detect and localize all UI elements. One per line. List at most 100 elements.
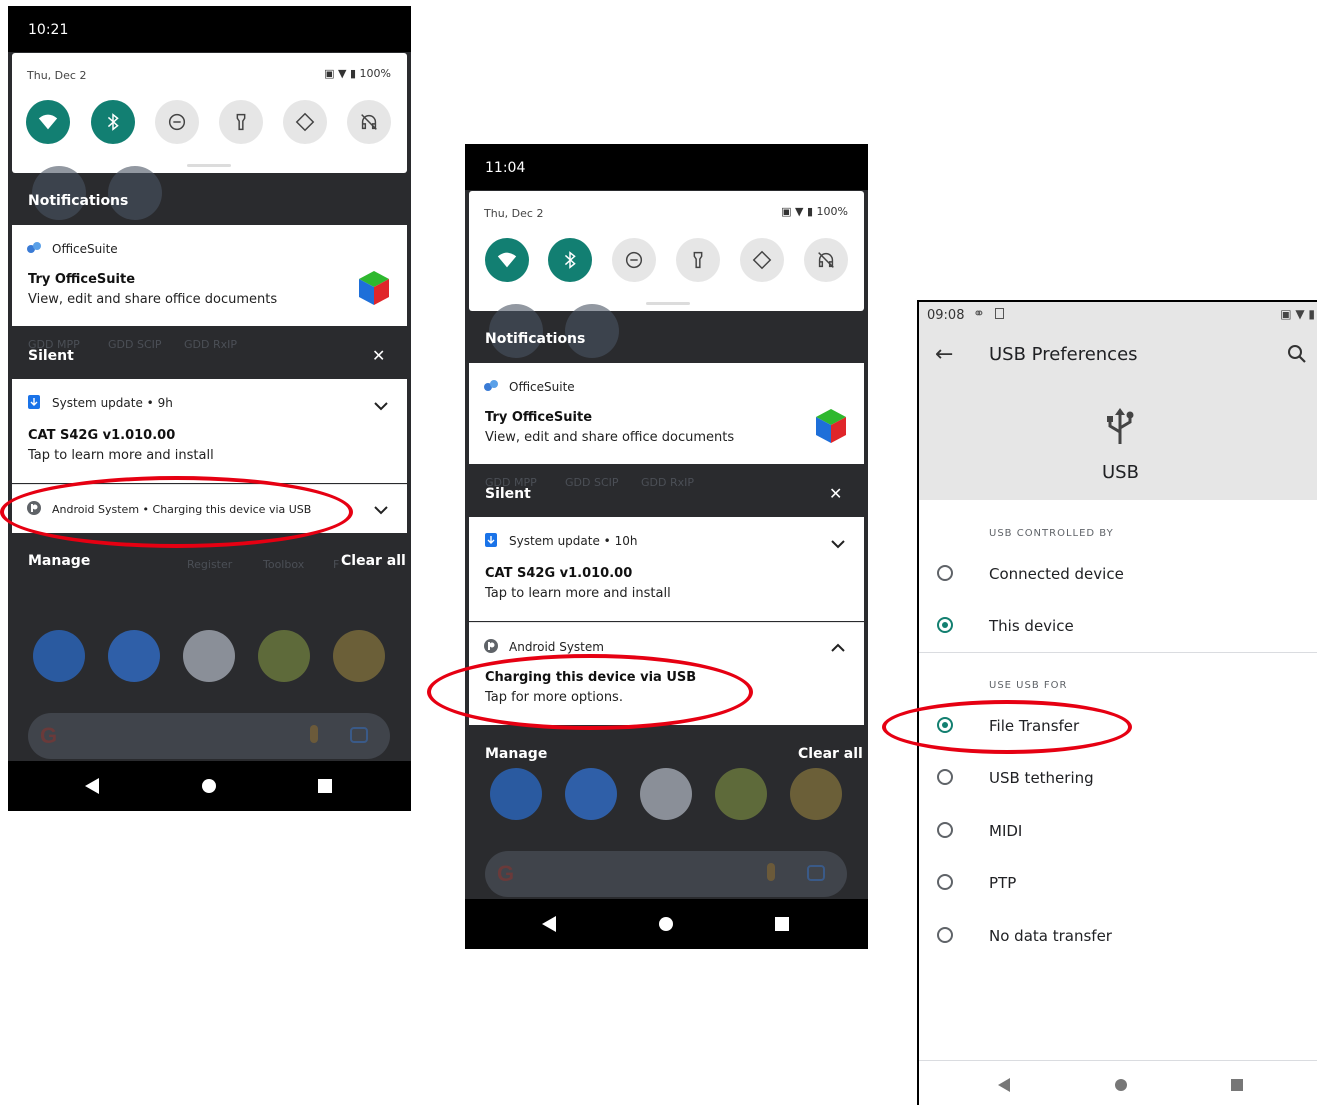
- headset-icon: [818, 252, 834, 268]
- clock: 09:08: [927, 308, 965, 323]
- do-not-disturb-tile[interactable]: [612, 238, 656, 282]
- panel-handle[interactable]: [646, 302, 690, 305]
- clear-all-button[interactable]: Clear all: [341, 553, 406, 569]
- back-icon[interactable]: [542, 916, 556, 932]
- date: Thu, Dec 2: [484, 207, 544, 220]
- notification-app-name: OfficeSuite: [52, 242, 118, 256]
- flashlight-tile[interactable]: [676, 238, 720, 282]
- quick-settings-panel: Thu, Dec 2 ▣ ▼ ▮ 100%: [12, 53, 407, 173]
- option-no-data-transfer[interactable]: No data transfer: [919, 914, 1317, 960]
- chevron-down-icon[interactable]: [830, 536, 846, 552]
- battery-icon: ▮: [806, 205, 814, 218]
- radio-button[interactable]: [937, 874, 953, 890]
- chevron-up-icon[interactable]: [830, 640, 846, 656]
- flashlight-tile[interactable]: [219, 100, 263, 144]
- headset-tile[interactable]: [804, 238, 848, 282]
- option-ptp[interactable]: PTP: [919, 861, 1317, 907]
- phone-app-icon: [33, 630, 85, 682]
- notification-text: Tap to learn more and install: [485, 586, 671, 601]
- radio-button[interactable]: [937, 822, 953, 838]
- back-icon[interactable]: [85, 778, 99, 794]
- controlled-by-header: USB CONTROLLED BY: [989, 528, 1114, 539]
- chevron-down-icon[interactable]: [373, 502, 389, 518]
- clock: 11:04: [485, 160, 526, 176]
- do-not-disturb-icon: [168, 113, 186, 131]
- background-label: Toolbox: [263, 558, 305, 571]
- officesuite-app-icon: [27, 242, 41, 253]
- screenshot-status-icon: [995, 308, 1004, 319]
- wifi-tile[interactable]: [26, 100, 70, 144]
- back-icon[interactable]: [998, 1078, 1010, 1092]
- phone-screen-1: 10:21 Thu, Dec 2 ▣ ▼ ▮ 100% Notification…: [8, 6, 411, 811]
- background-label: GDD RxIP: [184, 338, 237, 351]
- status-icons: ▣ ▼ ▮: [1280, 307, 1315, 321]
- chrome-app-icon: [715, 768, 767, 820]
- status-icons: ▣ ▼ ▮ 100%: [781, 205, 848, 218]
- navigation-bar: [8, 761, 411, 811]
- manage-button[interactable]: Manage: [28, 553, 90, 569]
- do-not-disturb-tile[interactable]: [155, 100, 199, 144]
- highlight-ellipse: [0, 476, 353, 548]
- system-update-notification[interactable]: System update • 10h CAT S42G v1.010.00 T…: [469, 517, 864, 621]
- recents-icon[interactable]: [775, 917, 789, 931]
- close-icon[interactable]: ✕: [829, 484, 842, 504]
- system-update-icon: [485, 533, 497, 547]
- nfc-icon: ▣: [324, 67, 335, 80]
- auto-rotate-tile[interactable]: [740, 238, 784, 282]
- option-usb-tethering[interactable]: USB tethering: [919, 756, 1317, 802]
- notification-text: Tap to learn more and install: [28, 448, 214, 463]
- officesuite-notification[interactable]: OfficeSuite Try OfficeSuite View, edit a…: [469, 363, 864, 464]
- camera-app-icon: [790, 768, 842, 820]
- home-icon[interactable]: [659, 917, 673, 931]
- google-icon: G: [497, 861, 515, 886]
- nfc-icon: ▣: [781, 205, 792, 218]
- clear-all-button[interactable]: Clear all: [798, 746, 863, 762]
- radio-button[interactable]: [937, 769, 953, 785]
- option-label: PTP: [989, 874, 1017, 892]
- navigation-bar: [465, 899, 868, 949]
- option-midi[interactable]: MIDI: [919, 809, 1317, 855]
- close-icon[interactable]: ✕: [372, 346, 385, 366]
- auto-rotate-icon: [752, 250, 772, 270]
- home-icon[interactable]: [1115, 1079, 1127, 1091]
- wifi-tile[interactable]: [485, 238, 529, 282]
- lens-icon: [350, 727, 368, 743]
- bluetooth-icon: [564, 251, 576, 269]
- radio-button[interactable]: [937, 927, 953, 943]
- home-icon[interactable]: [202, 779, 216, 793]
- panel-handle[interactable]: [187, 164, 231, 167]
- option-this-device[interactable]: This device: [919, 604, 1317, 650]
- notification-title: Try OfficeSuite: [28, 272, 136, 287]
- wifi-icon: [38, 114, 58, 130]
- recents-icon[interactable]: [1231, 1079, 1243, 1091]
- notification-app-name: OfficeSuite: [509, 380, 575, 394]
- radio-button-checked[interactable]: [937, 617, 953, 633]
- headset-tile[interactable]: [347, 100, 391, 144]
- auto-rotate-tile[interactable]: [283, 100, 327, 144]
- wifi-signal-icon: ▼: [338, 67, 347, 80]
- manage-button[interactable]: Manage: [485, 746, 547, 762]
- highlight-ellipse: [882, 700, 1132, 754]
- radio-button[interactable]: [937, 565, 953, 581]
- search-icon[interactable]: [1287, 344, 1307, 364]
- bluetooth-tile[interactable]: [548, 238, 592, 282]
- bluetooth-icon: [107, 113, 119, 131]
- usb-label: USB: [1102, 462, 1139, 483]
- notification-text: View, edit and share office documents: [28, 292, 278, 307]
- notifications-header: Notifications: [28, 193, 129, 209]
- recents-icon[interactable]: [318, 779, 332, 793]
- bluetooth-tile[interactable]: [91, 100, 135, 144]
- system-update-notification[interactable]: System update • 9h CAT S42G v1.010.00 Ta…: [12, 379, 407, 483]
- google-icon: G: [40, 723, 58, 748]
- officesuite-app-icon: [484, 380, 498, 391]
- chevron-down-icon[interactable]: [373, 398, 389, 414]
- back-arrow-icon[interactable]: ←: [935, 342, 953, 367]
- background-label: GDD RxIP: [641, 476, 694, 489]
- phone-app-icon: [490, 768, 542, 820]
- battery-level: 100%: [816, 205, 848, 218]
- officesuite-notification[interactable]: OfficeSuite Try OfficeSuite View, edit a…: [12, 225, 407, 326]
- wifi-signal-icon: ▼: [795, 205, 804, 218]
- option-connected-device[interactable]: Connected device: [919, 552, 1317, 598]
- notification-title: Try OfficeSuite: [485, 410, 593, 425]
- status-icons: ▣ ▼ ▮ 100%: [324, 67, 391, 80]
